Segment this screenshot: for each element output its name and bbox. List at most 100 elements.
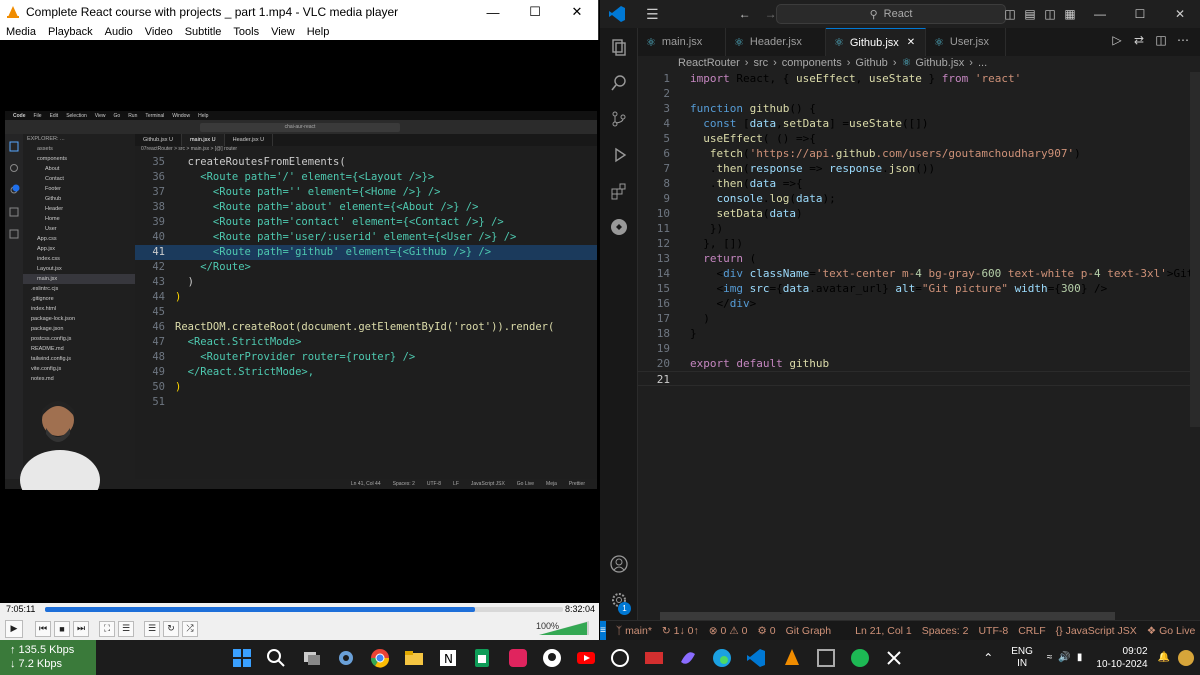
menu-help[interactable]: Help bbox=[301, 24, 336, 40]
code-editor[interactable]: 1 import React, { useEffect, useState } f… bbox=[638, 71, 1200, 612]
code-line[interactable]: 3 function github() { bbox=[638, 101, 1200, 116]
horizontal-scrollbar[interactable] bbox=[660, 612, 1115, 620]
loop-icon[interactable]: ↻ bbox=[163, 620, 179, 637]
language-indicator[interactable]: ENG IN bbox=[1011, 646, 1033, 670]
code-line[interactable]: 1 import React, { useEffect, useState } f… bbox=[638, 71, 1200, 86]
close-icon[interactable]: ✕ bbox=[1160, 7, 1200, 21]
tuf-icon[interactable] bbox=[644, 648, 664, 668]
menu-hamburger-icon[interactable]: ☰ bbox=[646, 6, 659, 23]
toggle-secondary-sidebar-icon[interactable]: ◫ bbox=[1040, 7, 1060, 21]
maximize-icon[interactable]: ☐ bbox=[1120, 7, 1160, 21]
code-line[interactable]: 21 bbox=[638, 371, 1200, 386]
code-line[interactable]: 14 <div className='text-center m-4 bg-gr… bbox=[638, 266, 1200, 281]
vertical-scrollbar[interactable] bbox=[1190, 72, 1200, 427]
play-icon[interactable]: ▶ bbox=[5, 619, 23, 638]
menu-media[interactable]: Media bbox=[0, 24, 42, 40]
code-line[interactable]: 8 .then(data =>{ bbox=[638, 176, 1200, 191]
remote-icon[interactable]: ≡ bbox=[600, 620, 606, 641]
menu-audio[interactable]: Audio bbox=[99, 24, 139, 40]
chrome-icon[interactable] bbox=[370, 648, 390, 668]
more-actions-icon[interactable]: ⋯ bbox=[1172, 33, 1194, 47]
copilot-tray-icon[interactable] bbox=[1178, 649, 1194, 666]
tab-header-jsx[interactable]: ⚛ Header.jsx bbox=[726, 28, 826, 56]
windows-start-icon[interactable] bbox=[232, 648, 252, 668]
tab-user-jsx[interactable]: ⚛ User.jsx bbox=[926, 28, 1006, 56]
notion-icon[interactable]: N bbox=[438, 648, 458, 668]
code-line[interactable]: 15 <img src={data.avatar_url} alt="Git p… bbox=[638, 281, 1200, 296]
git-graph-icon[interactable] bbox=[610, 218, 628, 236]
menu-video[interactable]: Video bbox=[139, 24, 179, 40]
ports-status[interactable]: ⚙ 0 bbox=[757, 625, 775, 637]
tab-github-jsx[interactable]: ⚛ Github.jsx ✕ bbox=[826, 28, 926, 56]
close-tab-icon[interactable]: ✕ bbox=[907, 37, 915, 48]
problems-status[interactable]: ⊗ 0 ⚠ 0 bbox=[709, 625, 748, 637]
code-line[interactable]: 11 }) bbox=[638, 221, 1200, 236]
code-line[interactable]: 2 bbox=[638, 86, 1200, 101]
menu-tools[interactable]: Tools bbox=[227, 24, 265, 40]
breadcrumb-item[interactable]: ... bbox=[978, 57, 987, 69]
app-icon-pink[interactable] bbox=[508, 648, 528, 668]
search-icon[interactable] bbox=[610, 74, 628, 92]
customize-layout-icon[interactable]: ▦ bbox=[1060, 7, 1080, 21]
code-line[interactable]: 17 ) bbox=[638, 311, 1200, 326]
open-changes-icon[interactable]: ⇄ bbox=[1128, 33, 1150, 47]
snipping-tool-icon[interactable] bbox=[816, 648, 836, 668]
code-line[interactable]: 5 useEffect( () =>{ bbox=[638, 131, 1200, 146]
back-arrow-icon[interactable]: ← bbox=[739, 7, 751, 21]
code-line[interactable]: 12 }, []) bbox=[638, 236, 1200, 251]
sync-status[interactable]: ↻ 1↓ 0↑ bbox=[662, 625, 699, 637]
code-line[interactable]: 19 bbox=[638, 341, 1200, 356]
task-view-icon[interactable] bbox=[302, 648, 322, 668]
volume-icon[interactable]: 🔊 bbox=[1058, 652, 1070, 663]
accounts-icon[interactable] bbox=[610, 555, 628, 573]
extended-settings-icon[interactable]: ☰ bbox=[118, 620, 134, 637]
close-icon[interactable]: ✕ bbox=[556, 4, 598, 20]
battery-icon[interactable]: ▮ bbox=[1077, 652, 1083, 663]
extensions-icon[interactable] bbox=[610, 182, 628, 200]
minimize-icon[interactable]: — bbox=[472, 5, 514, 20]
code-line[interactable]: 16 </div> bbox=[638, 296, 1200, 311]
encoding[interactable]: UTF-8 bbox=[978, 625, 1008, 637]
split-editor-icon[interactable]: ◫ bbox=[1150, 33, 1172, 47]
language-mode[interactable]: {} JavaScript JSX bbox=[1056, 625, 1137, 637]
next-icon[interactable]: ⏭ bbox=[73, 620, 89, 637]
previous-icon[interactable]: ⏮ bbox=[35, 620, 51, 637]
breadcrumb-item[interactable]: components bbox=[782, 57, 842, 69]
forward-arrow-icon[interactable]: → bbox=[765, 7, 777, 21]
run-icon[interactable]: ▷ bbox=[1106, 33, 1128, 47]
clock[interactable]: 09:02 10-10-2024 bbox=[1096, 645, 1147, 671]
menu-subtitle[interactable]: Subtitle bbox=[179, 24, 228, 40]
youtube-icon[interactable] bbox=[576, 648, 596, 668]
breadcrumb-item[interactable]: Github bbox=[855, 57, 887, 69]
toggle-panel-icon[interactable]: ▤ bbox=[1020, 7, 1040, 21]
tab-main-jsx[interactable]: ⚛ main.jsx bbox=[638, 28, 726, 56]
copilot-icon[interactable] bbox=[678, 648, 698, 668]
search-icon[interactable] bbox=[266, 648, 286, 668]
branch-status[interactable]: ᛉ main* bbox=[616, 625, 652, 637]
code-line[interactable]: 7 .then(response => response.json()) bbox=[638, 161, 1200, 176]
toggle-sidebar-icon[interactable]: ◫ bbox=[1000, 7, 1020, 21]
playlist-icon[interactable]: ☰ bbox=[144, 620, 160, 637]
source-control-icon[interactable] bbox=[610, 110, 628, 128]
git-graph-status[interactable]: Git Graph bbox=[786, 625, 832, 637]
code-line[interactable]: 9 console.log(data); bbox=[638, 191, 1200, 206]
vscode-taskbar-icon[interactable] bbox=[746, 648, 766, 668]
menu-view[interactable]: View bbox=[265, 24, 301, 40]
spotify-icon[interactable] bbox=[850, 648, 870, 668]
volume-slider[interactable] bbox=[539, 621, 589, 635]
chatgpt-icon[interactable] bbox=[610, 648, 630, 668]
breadcrumb-item[interactable]: src bbox=[753, 57, 768, 69]
code-line[interactable]: 13 return ( bbox=[638, 251, 1200, 266]
notification-icon[interactable]: 🔔 bbox=[1158, 652, 1170, 663]
go-live-button[interactable]: ❖ Go Live bbox=[1147, 625, 1196, 637]
breadcrumb-item[interactable]: ReactRouter bbox=[678, 57, 740, 69]
end-of-line[interactable]: CRLF bbox=[1018, 625, 1045, 637]
code-line[interactable]: 18} bbox=[638, 326, 1200, 341]
github-icon[interactable] bbox=[542, 648, 562, 668]
sheets-icon[interactable] bbox=[472, 648, 492, 668]
fullscreen-icon[interactable]: ⛶ bbox=[99, 620, 115, 637]
minimize-icon[interactable]: — bbox=[1080, 7, 1120, 21]
x-twitter-icon[interactable] bbox=[884, 648, 904, 668]
code-line[interactable]: 20 export default github bbox=[638, 356, 1200, 371]
edge-icon[interactable] bbox=[712, 648, 732, 668]
